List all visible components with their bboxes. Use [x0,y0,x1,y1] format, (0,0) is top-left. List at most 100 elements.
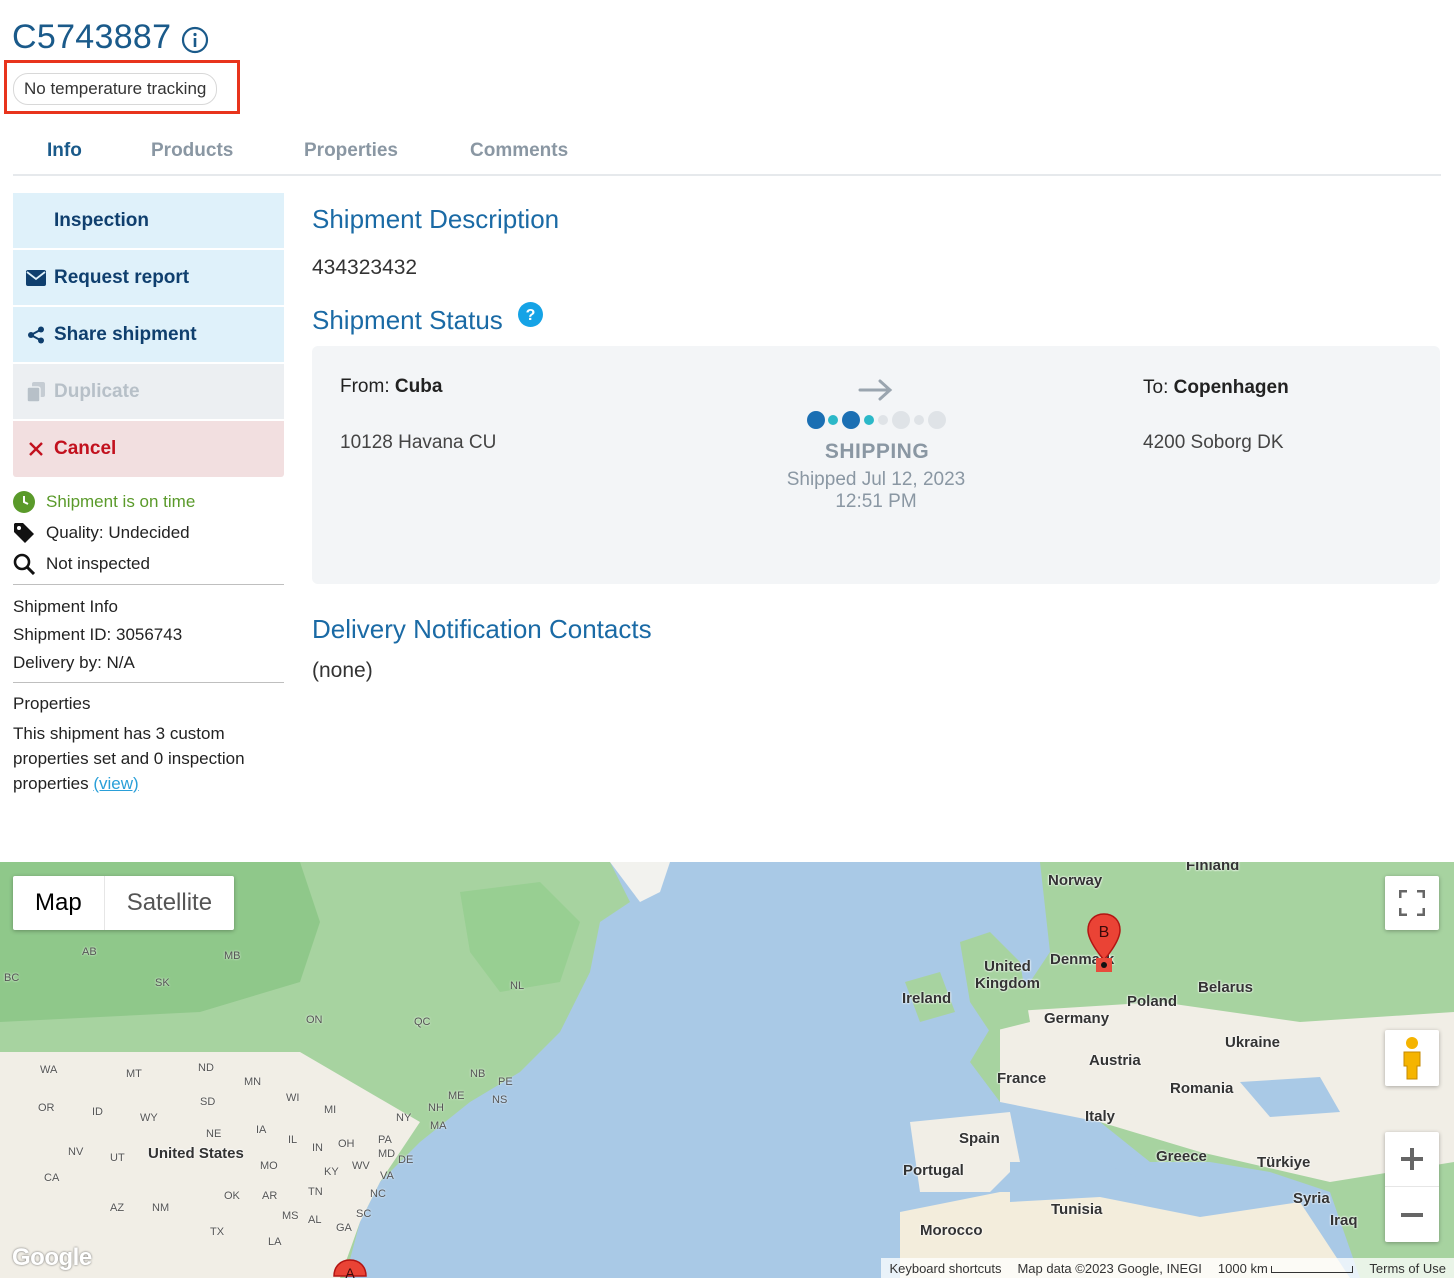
destination-address: 4200 Soborg DK [1143,432,1284,453]
keyboard-shortcuts-link[interactable]: Keyboard shortcuts [881,1261,1009,1276]
marker-b[interactable]: B [1086,912,1122,974]
fullscreen-icon [1399,890,1425,916]
region-label: ON [306,1014,323,1026]
region-label: PA [378,1134,392,1146]
share-shipment-button[interactable]: Share shipment [13,307,284,362]
region-label: DE [398,1154,414,1166]
properties-line-3: properties [13,774,89,793]
region-label: MB [224,950,241,962]
terms-link[interactable]: Terms of Use [1361,1261,1454,1276]
zoom-out-button[interactable] [1385,1187,1439,1242]
svg-text:?: ? [526,307,536,324]
copy-icon [25,381,47,403]
region-label: NV [68,1146,84,1158]
map-attribution: Keyboard shortcuts Map data ©2023 Google… [881,1258,1454,1278]
shipping-status: SHIPPING [824,440,930,463]
map-label-italy: Italy [1085,1108,1116,1125]
marker-a[interactable]: A [332,1258,368,1278]
region-label: NH [428,1102,444,1114]
shipment-title: C5743887 [12,18,172,56]
map-label-romania: Romania [1170,1080,1234,1097]
plus-icon [1401,1148,1423,1170]
google-logo: Google [12,1244,92,1271]
arrow-right-icon [858,379,893,401]
region-label: PE [498,1076,513,1088]
inspection-text: Not inspected [46,554,150,573]
duplicate-button[interactable]: Duplicate [13,364,284,419]
region-label: TX [210,1226,225,1238]
close-icon [25,438,47,460]
divider [13,584,284,585]
map-label-spain: Spain [959,1130,1000,1147]
region-label: CA [44,1172,60,1184]
region-label: IN [312,1142,323,1154]
map-label-germany: Germany [1044,1010,1110,1027]
properties-line-2: properties set and 0 inspection [13,749,245,768]
region-label: WY [140,1112,158,1124]
fullscreen-button[interactable] [1385,876,1439,930]
region-label: ID [92,1106,103,1118]
region-label: QC [414,1016,431,1028]
shipment-id: Shipment ID: 3056743 [13,625,183,644]
view-properties-link[interactable]: (view) [93,774,138,793]
region-label: WA [40,1064,58,1076]
region-label: NL [510,980,525,992]
region-label: SD [200,1096,216,1108]
destination-value: Copenhagen [1173,377,1289,398]
region-label: TN [308,1186,323,1198]
region-label: MA [430,1120,447,1132]
map-label-syria: Syria [1293,1190,1330,1207]
region-label: BC [4,972,20,984]
properties-heading: Properties [13,694,91,713]
region-label: KY [324,1166,339,1178]
tab-comments[interactable]: Comments [470,140,568,162]
tab-info[interactable]: Info [47,140,82,162]
shipment-description-value: 434323432 [312,256,418,279]
map-label-belarus: Belarus [1198,979,1254,996]
share-shipment-label: Share shipment [54,323,197,345]
quality-status: Quality: Undecided [13,520,190,546]
region-label: NS [492,1094,508,1106]
region-label: WI [286,1092,300,1104]
region-label: AB [82,946,97,958]
shipment-map[interactable]: Norway Finland United Kingdom Ireland Den… [0,862,1454,1278]
delivery-contacts-value: (none) [312,659,373,682]
street-view-pegman[interactable] [1385,1030,1439,1086]
map-label-tunisia: Tunisia [1051,1201,1103,1218]
map-label-morocco: Morocco [920,1222,983,1239]
request-report-button[interactable]: Request report [13,250,284,305]
region-label: MI [324,1104,337,1116]
svg-text:A: A [345,1265,355,1278]
help-icon[interactable]: ? [518,302,543,327]
map-label-iraq: Iraq [1330,1212,1358,1229]
map-label-finland: Finland [1186,862,1240,874]
map-scale[interactable]: 1000 km [1210,1261,1362,1276]
progress-dots [807,411,946,429]
properties-block: Properties This shipment has 3 custom pr… [13,691,245,796]
inspection-button[interactable]: Inspection [13,193,284,248]
map-label-austria: Austria [1089,1052,1141,1069]
zoom-control [1385,1132,1439,1242]
delivery-by: Delivery by: N/A [13,653,135,672]
search-icon [13,553,35,575]
region-label: NE [206,1128,222,1140]
cancel-button[interactable]: Cancel [13,421,284,477]
envelope-icon [25,267,47,289]
region-label: OR [38,1102,55,1114]
region-label: IL [288,1134,298,1146]
destination-label: To: Copenhagen [1143,377,1289,398]
region-label: MO [260,1160,278,1172]
divider [13,682,284,683]
tab-bar: Info Products Properties Comments [13,138,1441,176]
shipment-info-heading: Shipment Info [13,597,118,616]
shipment-description-heading: Shipment Description [312,204,560,234]
tab-products[interactable]: Products [151,140,233,162]
info-icon[interactable] [181,26,209,54]
satellite-view-button[interactable]: Satellite [103,876,234,930]
map-view-button[interactable]: Map [13,876,104,930]
region-label: LA [268,1236,282,1248]
zoom-in-button[interactable] [1385,1132,1439,1187]
on-time-status: Shipment is on time [13,489,195,515]
region-label: VA [380,1170,394,1182]
tab-properties[interactable]: Properties [304,140,398,162]
